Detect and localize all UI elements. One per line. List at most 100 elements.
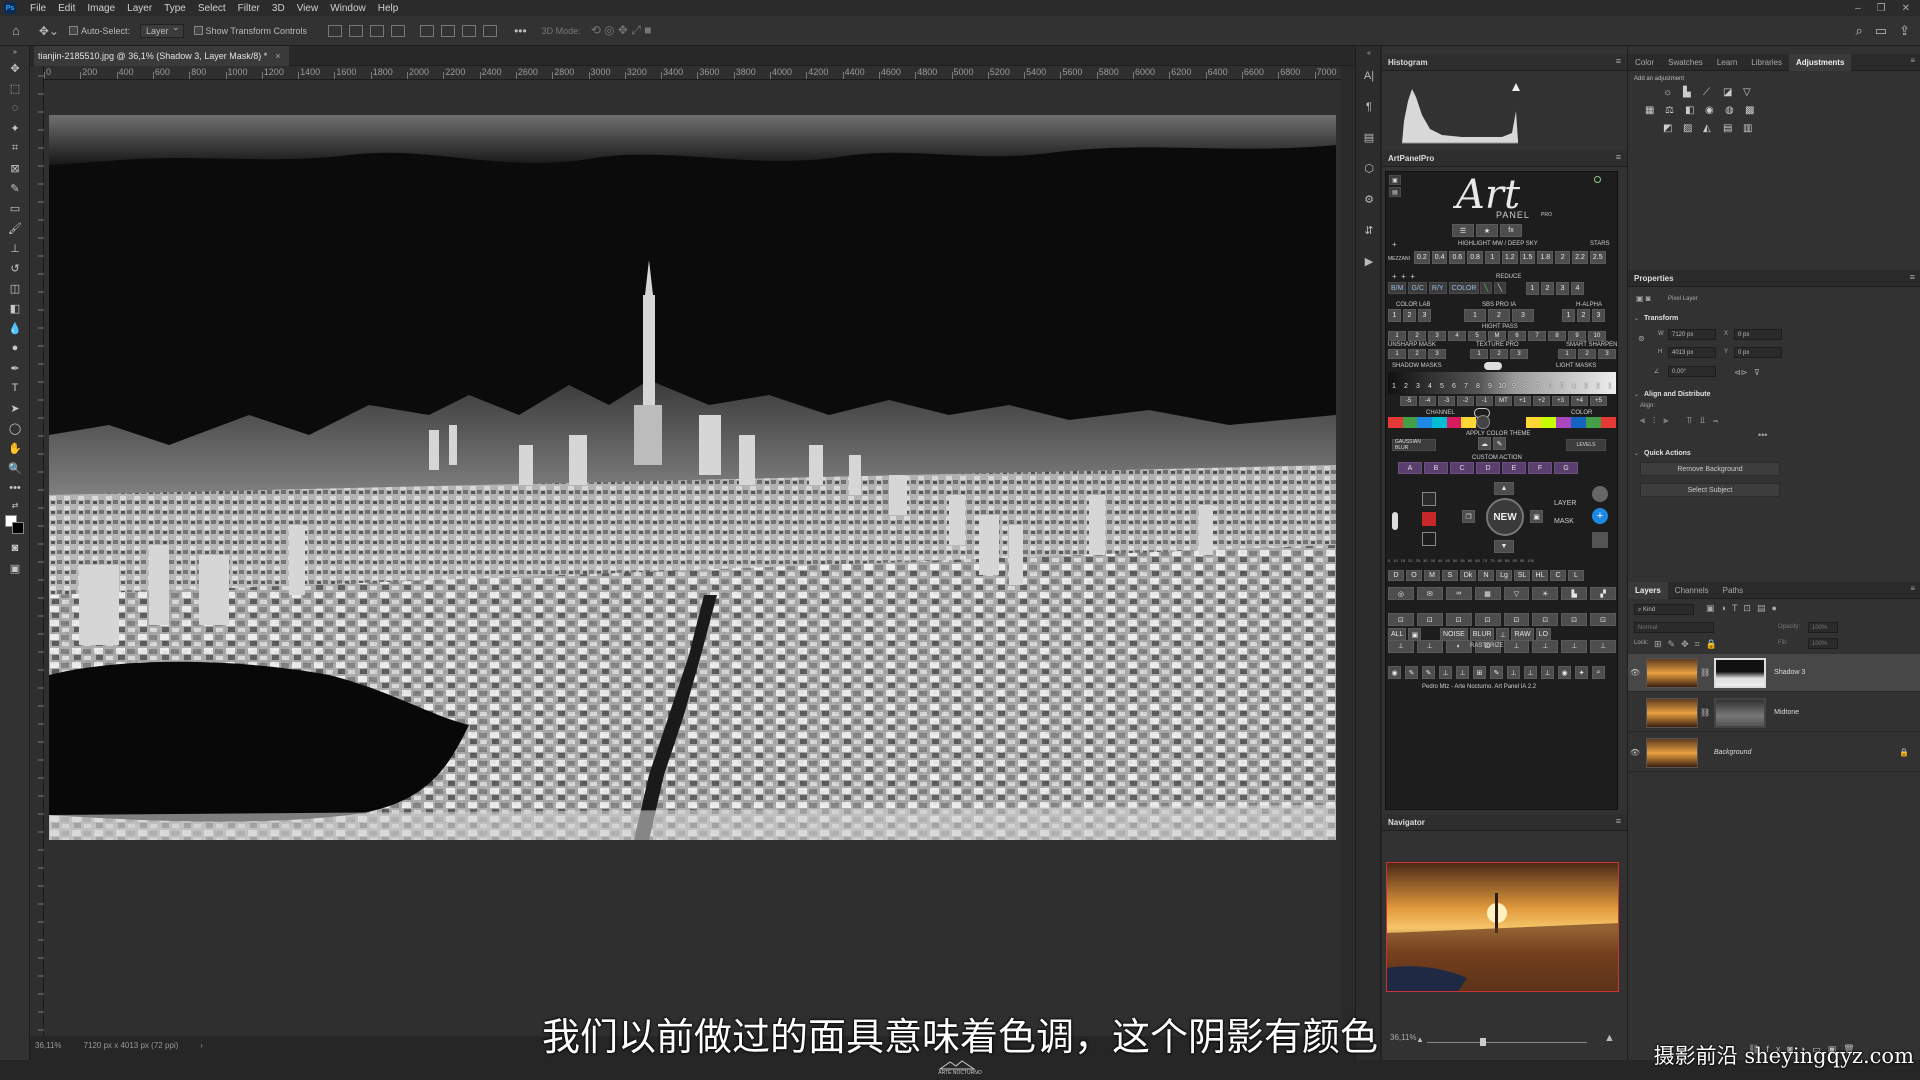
artpanel-tool-icon[interactable]: ⊥ (1532, 639, 1559, 653)
layer-label[interactable]: LAYER (1554, 500, 1576, 507)
blur-button[interactable]: BLUR (1469, 628, 1495, 641)
highpass-num-5[interactable]: M (1488, 331, 1506, 341)
vertical-ruler[interactable] (30, 66, 44, 1036)
mask-num-0[interactable]: 1 (1388, 383, 1400, 390)
edit-toolbar-icon[interactable]: ••• (0, 478, 30, 498)
tab-learn[interactable]: Learn (1710, 54, 1744, 71)
panel-menu-icon[interactable]: ≡ (1616, 816, 1621, 826)
up-arrow-icon[interactable]: ▲ (1494, 482, 1514, 495)
halpha-num-1[interactable]: 2 (1577, 309, 1590, 322)
down-arrow-icon[interactable]: ▼ (1494, 540, 1514, 553)
highpass-num-1[interactable]: 2 (1408, 331, 1426, 341)
reduce-num-3[interactable]: 4 (1571, 282, 1584, 295)
unsharp-num-2[interactable]: 3 (1428, 349, 1446, 359)
custom-action-0[interactable]: A (1398, 462, 1422, 474)
mode-button-9[interactable]: C (1550, 570, 1566, 581)
highlight-value-10[interactable]: 2.5 (1589, 251, 1606, 264)
mode-button-8[interactable]: HL (1532, 570, 1548, 581)
settings-sliders-icon[interactable]: ☰ (1452, 224, 1474, 237)
adjust-num-2[interactable]: -3 (1438, 396, 1455, 406)
align-top-icon[interactable] (420, 24, 435, 37)
artpanel-bottom-icon[interactable]: ⌕ (1592, 666, 1605, 679)
mask-num-17[interactable]: 2 (1592, 383, 1604, 390)
mask-num-13[interactable]: 6 (1544, 383, 1556, 390)
mask-num-9[interactable]: 10 (1496, 383, 1508, 390)
exposure-icon[interactable]: ◪ (1723, 87, 1739, 98)
artpanel-tool-icon[interactable]: ⊡ (1388, 613, 1414, 627)
opacity-num-9[interactable]: 50 (1453, 558, 1457, 563)
horizontal-ruler[interactable]: 0 200 400 600 800 1000 1200 1400 1600 1800 2000 220… (44, 66, 1341, 80)
smart-num-2[interactable]: 3 (1598, 349, 1616, 359)
brightness-icon[interactable]: ☼ (1663, 87, 1679, 98)
artpanel-tool-icon[interactable]: ⊡ (1416, 613, 1443, 627)
adjust-num-1[interactable]: -4 (1419, 396, 1436, 406)
adjust-num-10[interactable]: +5 (1590, 396, 1607, 406)
path-selection-tool-icon[interactable]: ➤ (0, 398, 30, 418)
artpanel-bottom-icon[interactable]: ⊞ (1473, 666, 1486, 679)
screen-mode-icon[interactable]: ▣ (0, 558, 30, 578)
colorlab-num-0[interactable]: 1 (1388, 309, 1401, 322)
halpha-num-0[interactable]: 1 (1562, 309, 1575, 322)
artpanel-tool-icon[interactable]: ⊥ (1388, 639, 1414, 653)
tab-channels[interactable]: Channels (1668, 582, 1716, 599)
artpanel-bottom-icon[interactable]: ✎ (1405, 666, 1418, 679)
background-color-swatch[interactable] (12, 522, 24, 534)
width-field[interactable]: 7120 px (1668, 329, 1716, 340)
copy-icon[interactable]: ❐ (1462, 510, 1475, 523)
artpanel-tool-icon[interactable]: ⊥ (1503, 639, 1530, 653)
gradient-tool-icon[interactable]: ◧ (0, 298, 30, 318)
mode-button-10[interactable]: L (1568, 570, 1584, 581)
posterize-icon[interactable]: ▨ (1683, 123, 1699, 134)
highpass-num-3[interactable]: 4 (1448, 331, 1466, 341)
highlight-value-3[interactable]: 0.8 (1467, 251, 1483, 264)
artpanel-tool-icon[interactable]: ▙ (1561, 587, 1588, 600)
character-panel-icon[interactable]: A| (1356, 60, 1382, 91)
opacity-num-4[interactable]: 25 (1416, 558, 1420, 563)
align-bottom-icon[interactable] (462, 24, 477, 37)
mask-num-4[interactable]: 5 (1436, 383, 1448, 390)
flip-horizontal-icon[interactable]: ⊲⊳ (1734, 368, 1747, 377)
lasso-tool-icon[interactable]: ◌ (0, 98, 30, 118)
eraser-tool-icon[interactable]: ◫ (0, 278, 30, 298)
tab-paths[interactable]: Paths (1716, 582, 1750, 599)
chevron-down-icon[interactable]: ⌄ (1634, 391, 1639, 398)
move-tool-icon[interactable]: ✥ (0, 58, 30, 78)
eye-layer-icon[interactable] (1422, 532, 1436, 546)
zoom-tool-icon[interactable]: 🔍 (0, 458, 30, 478)
all-button[interactable]: ALL (1388, 628, 1407, 641)
bm-button-1[interactable]: G/C (1408, 282, 1427, 294)
warning-icon[interactable] (1512, 83, 1520, 91)
transform-label[interactable]: Transform (1644, 315, 1678, 322)
opacity-ruler[interactable]: 5 10 15 20 25 30 35 40 45 50 55 60 65 70 75 80 85 90 95 100 (1388, 558, 1534, 563)
image-layer-icon[interactable]: ▣ (1530, 510, 1543, 523)
fx-icon[interactable]: fx (1500, 224, 1522, 237)
opacity-num-12[interactable]: 65 (1475, 558, 1479, 563)
panel-menu-icon[interactable]: ≡ (1616, 152, 1621, 162)
align-middle-icon[interactable] (441, 24, 456, 37)
new-button[interactable]: NEW (1486, 498, 1524, 536)
layer-filter-icons[interactable]: ▣◑T⊡▤● (1706, 603, 1783, 614)
mode-button-2[interactable]: M (1424, 570, 1440, 581)
reduce-num-0[interactable]: 1 (1526, 282, 1539, 295)
menu-filter[interactable]: Filter (232, 3, 266, 14)
y-field[interactable]: 0 px (1734, 347, 1782, 358)
align-icons[interactable]: ⫷⫶⫸ ⫪⫫⫬ (1640, 415, 1726, 426)
highpass-num-8[interactable]: 8 (1548, 331, 1566, 341)
highlight-value-1[interactable]: 0.4 (1431, 251, 1448, 264)
crop-tool-icon[interactable]: ⌗ (0, 138, 30, 158)
artpanel-tool-icon[interactable]: ⊡ (1503, 613, 1530, 627)
color-swatches[interactable] (1526, 417, 1616, 428)
opacity-num-0[interactable]: 5 (1388, 558, 1390, 563)
highlight-value-9[interactable]: 2.2 (1572, 251, 1588, 264)
halpha-num-2[interactable]: 3 (1592, 309, 1605, 322)
colorlab-num-2[interactable]: 3 (1418, 309, 1431, 322)
artpanel-bottom-icon[interactable]: ⊥ (1439, 666, 1452, 679)
dodge-tool-icon[interactable]: ● (0, 338, 30, 358)
levels-button[interactable]: LEVELS (1566, 439, 1606, 451)
close-tab-icon[interactable]: × (275, 51, 280, 61)
adjust-num-5[interactable]: MT (1495, 396, 1512, 406)
artpanel-tool-icon[interactable]: ⊡ (1445, 613, 1472, 627)
noise-button[interactable]: NOISE (1440, 628, 1468, 641)
reduce-num-1[interactable]: 2 (1541, 282, 1554, 295)
transform-controls-checkbox[interactable] (193, 26, 203, 35)
